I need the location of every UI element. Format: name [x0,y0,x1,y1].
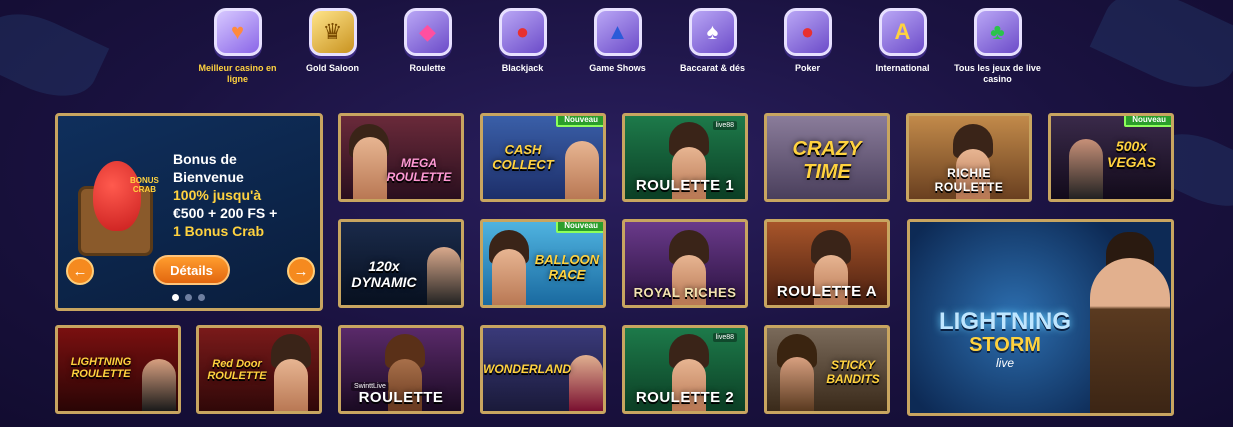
bonus-crab-logo: BONUS CRAB [130,176,159,194]
category-label: Meilleur casino en ligne [198,63,277,84]
carousel-next-button[interactable]: → [287,257,315,285]
category-roulette[interactable]: ◆ Roulette [380,8,475,93]
promo-text: Bonus de Bienvenue 100% jusqu'à €500 + 2… [173,150,320,240]
game-logo: ROULETTE 2 [635,389,735,406]
details-button[interactable]: Détails [153,255,230,285]
category-label: Poker [794,63,820,73]
promo-line: 1 Bonus Crab [173,223,265,239]
game-tile-crazy-time[interactable]: CRAZY TIME [764,113,890,202]
category-baccarat[interactable]: ♠ Baccarat & dés [665,8,760,93]
carousel-dot[interactable] [172,294,179,301]
game-tile-lightning-roulette[interactable]: LIGHTNING ROULETTE [55,325,181,414]
category-label: International [875,63,930,73]
game-tile-richie-roulette[interactable]: RICHIE ROULETTE [906,113,1032,202]
game-tile-cash-collect[interactable]: CASH COLLECT Nouveau [480,113,606,202]
category-label: Gold Saloon [306,63,359,73]
game-tile-roulette-2[interactable]: live88 ROULETTE 2 [622,325,748,414]
heart-icon: ♥ [213,8,262,56]
game-tile-mega-roulette[interactable]: MEGA ROULETTE [338,113,464,202]
game-tile-roulette-a[interactable]: ROULETTE A [764,219,890,308]
carousel-prev-button[interactable]: ← [66,257,94,285]
new-badge: Nouveau [1124,116,1171,127]
category-all-live[interactable]: ♣ Tous les jeux de live casino [950,8,1045,93]
game-logo: LIGHTNING ROULETTE [70,356,132,380]
game-logo: CRAZY TIME [792,138,862,183]
game-tile-swintt-roulette[interactable]: SwinttLive ROULETTE [338,325,464,414]
category-label: Game Shows [589,63,646,73]
leaf-decoration [1089,0,1233,106]
provider-tag: live88 [712,333,737,342]
carousel-dot[interactable] [185,294,192,301]
category-best-casino[interactable]: ♥ Meilleur casino en ligne [190,8,285,93]
top-hat-icon: ▲ [593,8,642,56]
game-logo: ROULETTE A [776,283,878,300]
category-label: Baccarat & dés [679,63,746,73]
game-tile-balloon-race[interactable]: BALLOON RACE Nouveau [480,219,606,308]
game-logo: 120x DYNAMIC [351,258,417,290]
category-label: Roulette [409,63,446,73]
game-tile-500x-vegas[interactable]: 500x VEGAS Nouveau [1048,113,1174,202]
category-label: Blackjack [501,63,544,73]
game-logo: STICKY BANDITS [826,358,880,386]
promo-line: €500 + 200 FS + [173,205,278,221]
promo-line: Bienvenue [173,169,244,185]
game-logo: WONDERLAND [483,362,571,376]
game-logo: ROULETTE 1 [635,177,735,194]
promo-line: 100% jusqu'à [173,187,262,203]
game-logo: BALLOON RACE [534,252,600,282]
category-poker[interactable]: ● Poker [760,8,855,93]
provider-tag: live88 [712,121,737,130]
category-international[interactable]: A International [855,8,950,93]
game-logo: MEGA ROULETTE [386,156,452,184]
club-card-icon: ♣ [973,8,1022,56]
game-logo: STORM [969,334,1041,356]
translate-icon: A [878,8,927,56]
carousel-dot[interactable] [198,294,205,301]
game-logo: live [995,356,1014,370]
game-logo: LIGHTNING [939,308,1071,335]
game-tile-wonderland[interactable]: WONDERLAND [480,325,606,414]
game-logo: RICHIE ROULETTE [934,166,1004,194]
game-tile-red-door-roulette[interactable]: Red Door ROULETTE [196,325,322,414]
strawberry-icon [93,161,141,231]
category-gold-saloon[interactable]: ♛ Gold Saloon [285,8,380,93]
game-logo: ROULETTE [358,389,444,406]
gem-icon: ◆ [403,8,452,56]
new-badge: Nouveau [556,116,603,127]
promo-banner: BONUS CRAB Bonus de Bienvenue 100% jusqu… [55,113,323,311]
game-logo: CASH COLLECT [492,142,554,172]
carousel-dots [172,294,205,301]
promo-line: Bonus de [173,151,237,167]
game-tile-sticky-bandits[interactable]: STICKY BANDITS [764,325,890,414]
game-logo: ROYAL RICHES [633,285,737,300]
leaf-decoration [0,0,110,113]
new-badge: Nouveau [556,222,603,233]
category-nav: ♥ Meilleur casino en ligne ♛ Gold Saloon… [190,8,1050,93]
spade-card-icon: ♠ [688,8,737,56]
crown-icon: ♛ [308,8,357,56]
promo-illustration: BONUS CRAB [68,146,159,261]
game-tile-lightning-storm[interactable]: LIGHTNING STORM live [907,219,1174,416]
game-tile-royal-riches[interactable]: ROYAL RICHES [622,219,748,308]
game-tile-roulette-1[interactable]: live88 ROULETTE 1 [622,113,748,202]
game-logo: 500x VEGAS [1106,138,1156,170]
game-logo: Red Door ROULETTE [207,358,267,382]
category-game-shows[interactable]: ▲ Game Shows [570,8,665,93]
game-tile-120x-dynamic[interactable]: 120x DYNAMIC [338,219,464,308]
poker-chip-icon: ● [498,8,547,56]
category-label: Tous les jeux de live casino [954,63,1041,84]
category-blackjack[interactable]: ● Blackjack [475,8,570,93]
poker-chip-icon: ● [783,8,832,56]
